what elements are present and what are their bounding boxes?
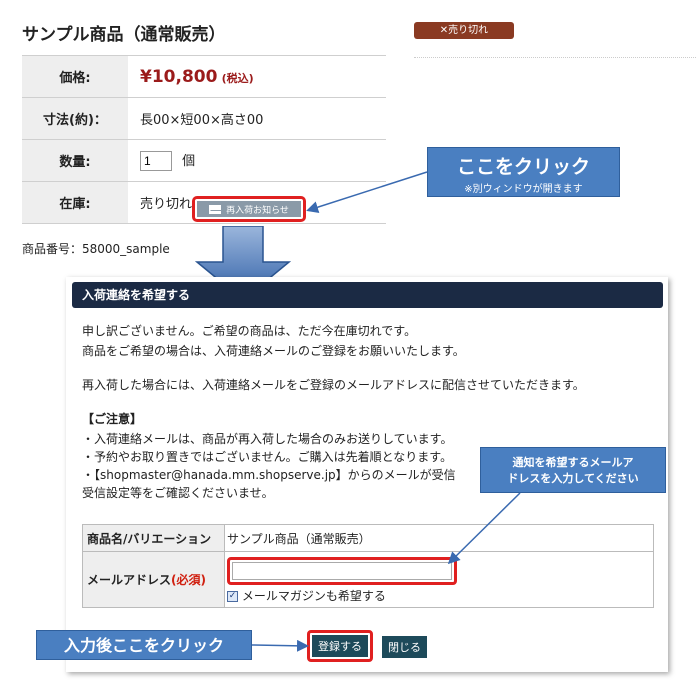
- pointer-line: [306, 171, 428, 213]
- pointer-line: [251, 639, 309, 652]
- pointer-lines: [251, 171, 521, 652]
- pointer-line: [447, 492, 521, 565]
